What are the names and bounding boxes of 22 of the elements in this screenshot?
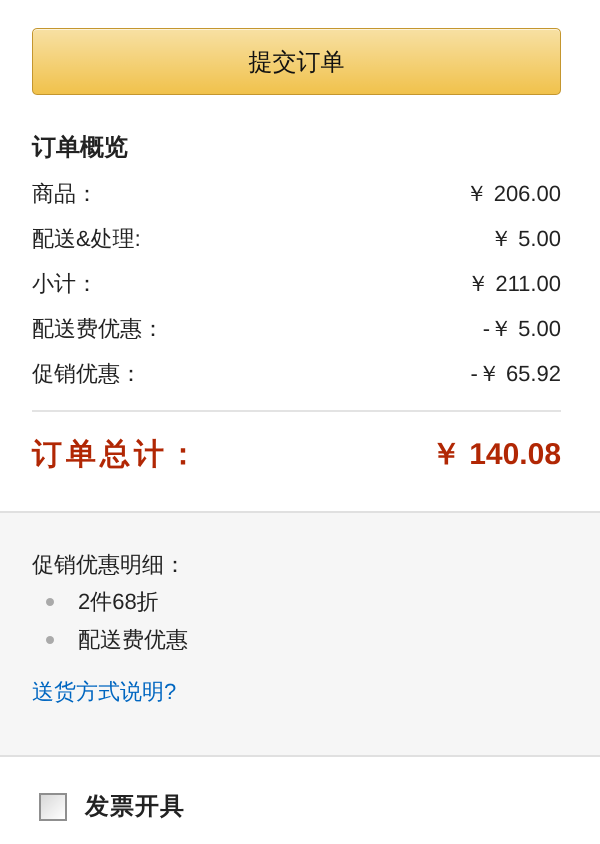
bullet-icon [46,598,54,606]
summary-amount: ￥ 5.00 [490,224,561,252]
promo-item: 2件68折 [78,588,159,616]
summary-title: 订单概览 [32,133,128,163]
bullet-icon [46,636,54,644]
summary-amount: -￥ 65.92 [470,360,561,388]
total-label: 订单总计： [32,437,202,473]
summary-amount: ￥ 211.00 [467,270,561,298]
delivery-info-link[interactable]: 送货方式说明? [32,674,176,710]
summary-label: 配送费优惠： [32,314,164,342]
total-amount: ￥ 140.08 [430,437,561,473]
promo-details-title: 促销优惠明细： [32,551,186,579]
invoice-checkbox[interactable] [39,793,67,821]
summary-label: 配送&处理: [32,224,141,252]
promo-item: 配送费优惠 [78,626,188,654]
summary-label: 商品： [32,180,98,208]
submit-order-button[interactable]: 提交订单 [32,28,561,95]
summary-amount: -￥ 5.00 [482,314,561,342]
summary-amount: ￥ 206.00 [466,180,561,208]
summary-label: 促销优惠： [32,360,142,388]
invoice-label: 发票开具 [85,792,185,822]
summary-label: 小计： [32,270,98,298]
